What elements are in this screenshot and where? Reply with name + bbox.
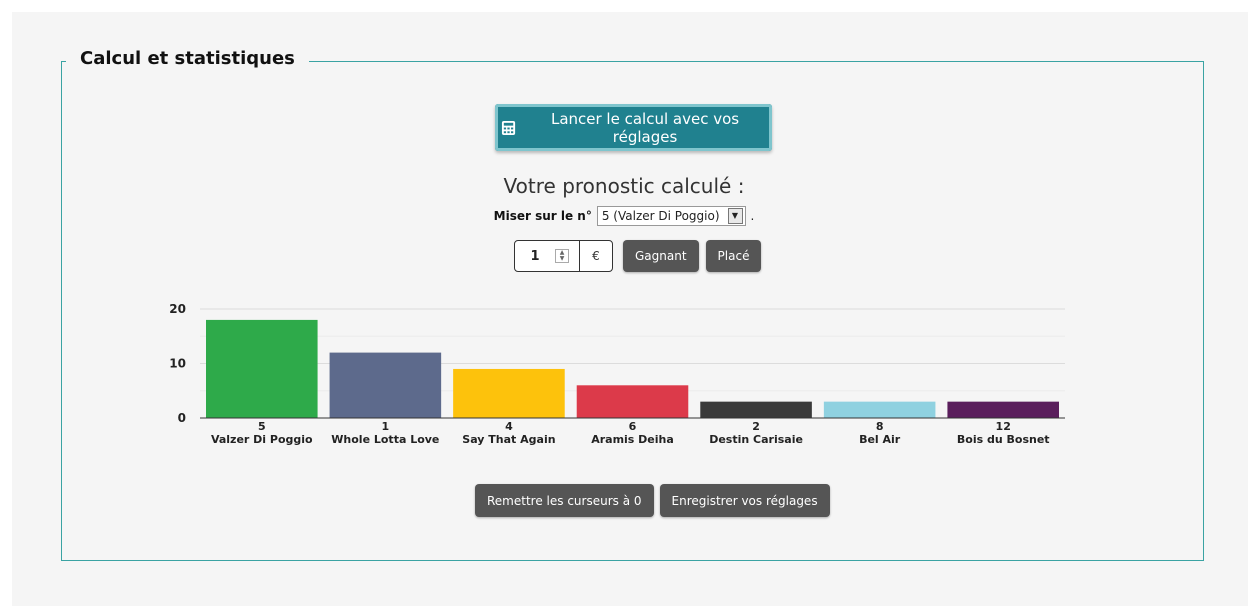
stake-value[interactable]: 1 — [515, 249, 555, 264]
x-category-name: Aramis Deiha — [591, 433, 674, 446]
x-category-name: Bel Air — [859, 433, 901, 446]
x-category-name: Valzer Di Poggio — [211, 433, 313, 446]
y-tick-label: 20 — [169, 302, 186, 316]
bar — [823, 401, 936, 418]
gagnant-button[interactable]: Gagnant — [623, 240, 699, 272]
x-tick-label: 6 — [629, 420, 637, 433]
stake-input[interactable]: 1 ▲ ▼ € — [514, 240, 613, 272]
bar — [700, 401, 812, 418]
reset-sliders-button[interactable]: Remettre les curseurs à 0 — [475, 484, 654, 517]
x-tick-label: 1 — [382, 420, 390, 433]
calculator-icon — [501, 120, 516, 135]
spinner-icon[interactable]: ▲ ▼ — [555, 249, 569, 263]
launch-calc-label: Lancer le calcul avec vos réglages — [550, 109, 740, 146]
place-button[interactable]: Placé — [705, 240, 762, 272]
currency-label: € — [592, 249, 600, 263]
chevron-down-icon: ▼ — [727, 208, 743, 224]
save-settings-button[interactable]: Enregistrer vos réglages — [659, 484, 830, 517]
x-category-name: Say That Again — [462, 433, 555, 446]
x-category-name: Destin Carisaie — [709, 433, 803, 446]
bar — [947, 401, 1059, 418]
bar-chart: 0 10 20 5Valzer Di Poggio 1Whole Lotta Love 4… — [169, 302, 1065, 446]
miser-row: Miser sur le n° 5 (Valzer Di Poggio) ▼ . — [0, 206, 1248, 226]
x-tick-label: 2 — [752, 420, 760, 433]
bar — [329, 352, 442, 418]
miser-suffix: . — [750, 209, 755, 223]
horse-select-value: 5 (Valzer Di Poggio) — [601, 209, 720, 223]
pronostic-heading: Votre pronostic calculé : — [503, 174, 745, 198]
bar — [206, 319, 318, 418]
bar — [453, 368, 565, 418]
x-tick-label: 4 — [505, 420, 513, 433]
bottom-actions: Remettre les curseurs à 0 Enregistrer vo… — [475, 484, 830, 517]
x-tick-label: 12 — [996, 420, 1011, 433]
stake-row: 1 ▲ ▼ € Gagnant Placé — [514, 240, 762, 272]
miser-label: Miser sur le n° — [493, 209, 592, 223]
x-category-name: Whole Lotta Love — [331, 433, 439, 446]
section-title: Calcul et statistiques — [66, 48, 309, 69]
y-tick-label: 0 — [178, 411, 186, 425]
y-tick-label: 10 — [169, 357, 186, 371]
x-tick-label: 8 — [876, 420, 884, 433]
launch-calc-button[interactable]: Lancer le calcul avec vos réglages — [495, 104, 772, 151]
horse-select[interactable]: 5 (Valzer Di Poggio) ▼ — [596, 206, 746, 226]
x-category-name: Bois du Bosnet — [957, 433, 1050, 446]
bar — [576, 385, 689, 418]
x-tick-label: 5 — [258, 420, 266, 433]
